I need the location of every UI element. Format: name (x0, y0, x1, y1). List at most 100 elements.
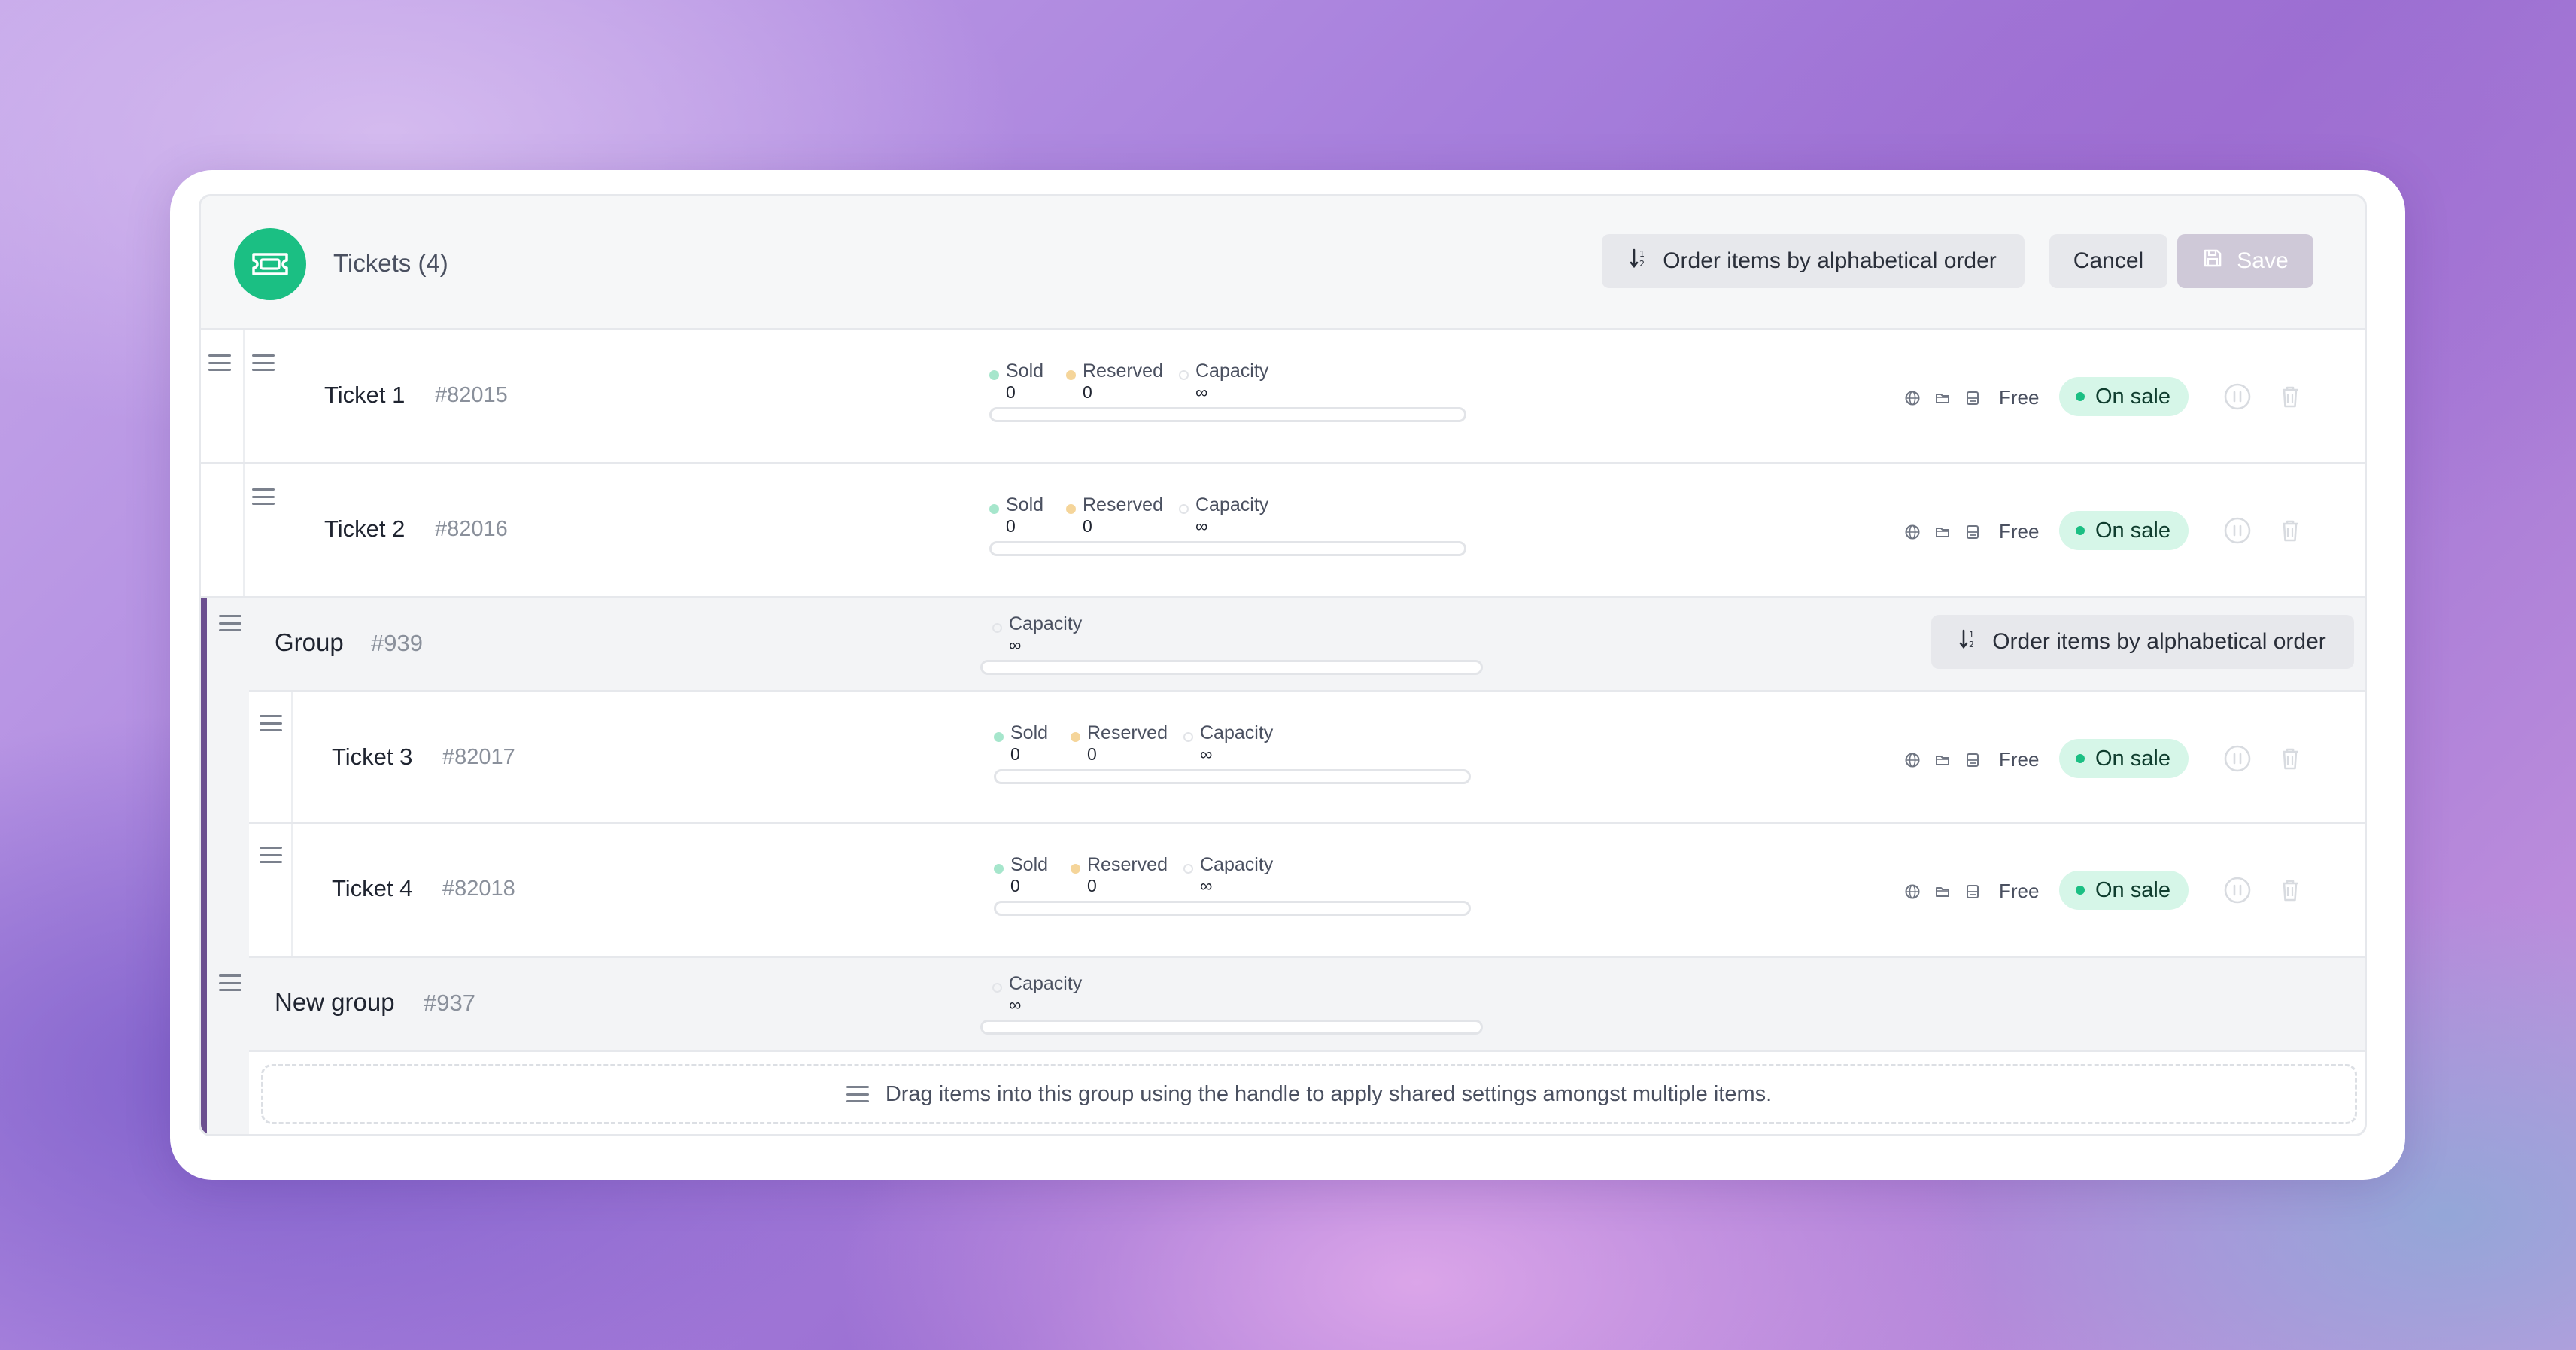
ticket-id: #82016 (435, 517, 508, 541)
cancel-button[interactable]: Cancel (2049, 234, 2167, 288)
trash-icon[interactable] (2276, 516, 2304, 545)
seat-icon[interactable] (1963, 388, 1982, 408)
ticket-row: Ticket 2 #82016 Sold 0 Reserved 0 Capacity… (201, 464, 2365, 598)
drag-handle-icon[interactable] (219, 615, 242, 631)
globe-icon[interactable] (1903, 522, 1922, 542)
group-dropzone[interactable]: Drag items into this group using the han… (261, 1064, 2357, 1124)
pause-circle-icon[interactable] (2223, 744, 2252, 773)
order-alphabetical-label: Order items by alphabetical order (1663, 248, 1997, 273)
sort-alpha-icon: 1 2 (1959, 628, 1979, 655)
capacity-value: ∞ (1195, 382, 1208, 402)
capacity-value: ∞ (1009, 995, 1022, 1014)
capacity-bar (989, 407, 1466, 422)
group-section: Group #939 Capacity ∞ 1 2 Order items by … (201, 598, 2365, 958)
sort-alpha-icon: 1 2 (1630, 248, 1649, 275)
drag-handle-icon[interactable] (252, 488, 275, 505)
ticket-row: Ticket 4 #82018 Sold 0 Reserved 0 Capacity… (249, 824, 2365, 958)
price-label: Free (1999, 386, 2040, 409)
ticket-name[interactable]: Ticket 3 (332, 743, 412, 771)
drag-handle-icon[interactable] (219, 974, 242, 991)
ticket-name[interactable]: Ticket 2 (324, 515, 405, 543)
drag-handle-icon[interactable] (252, 354, 275, 371)
folder-icon[interactable] (1933, 522, 1952, 542)
ticket-row: Ticket 3 #82017 Sold 0 Reserved 0 Capacity… (249, 690, 2365, 824)
capacity-value: ∞ (1200, 876, 1213, 895)
reserved-value: 0 (1087, 744, 1097, 764)
sold-value: 0 (1006, 382, 1016, 402)
floppy-disk-icon (2202, 248, 2223, 275)
svg-text:1: 1 (1969, 630, 1974, 640)
status-text: On sale (2095, 518, 2170, 543)
group-title[interactable]: New group (275, 988, 395, 1017)
globe-icon[interactable] (1903, 750, 1922, 770)
tickets-card: Tickets (4) 1 2 Order items by alphabeti… (170, 170, 2405, 1180)
ticket-id: #82017 (442, 745, 515, 769)
panel-header: Tickets (4) 1 2 Order items by alphabeti… (201, 196, 2365, 330)
sold-label: Sold (1010, 722, 1049, 743)
status-badge[interactable]: On sale (2059, 511, 2189, 550)
ticket-icon (234, 228, 306, 300)
ticket-name[interactable]: Ticket 1 (324, 382, 405, 409)
ticket-name[interactable]: Ticket 4 (332, 875, 412, 902)
reserved-value: 0 (1087, 876, 1097, 895)
trash-icon[interactable] (2276, 876, 2304, 905)
sold-value: 0 (1010, 744, 1020, 764)
capacity-label: Capacity (1195, 360, 1269, 382)
capacity-bar (989, 541, 1466, 556)
drag-handle-icon (846, 1086, 869, 1102)
status-badge[interactable]: On sale (2059, 871, 2189, 910)
group-accent-bar (201, 958, 207, 1134)
save-button[interactable]: Save (2177, 234, 2313, 288)
globe-icon[interactable] (1903, 388, 1922, 408)
pause-circle-icon[interactable] (2223, 516, 2252, 545)
status-badge[interactable]: On sale (2059, 377, 2189, 416)
globe-icon[interactable] (1903, 882, 1922, 902)
capacity-value: ∞ (1200, 744, 1213, 764)
capacity-label: Capacity (1195, 494, 1269, 515)
drag-handle-icon[interactable] (260, 715, 282, 731)
folder-icon[interactable] (1933, 388, 1952, 408)
price-label: Free (1999, 748, 2040, 771)
drag-handle-icon[interactable] (260, 847, 282, 863)
price-label: Free (1999, 880, 2040, 902)
status-text: On sale (2095, 746, 2170, 771)
seat-icon[interactable] (1963, 882, 1982, 902)
capacity-value: ∞ (1195, 516, 1208, 536)
reserved-label: Reserved (1083, 494, 1163, 515)
drag-handle-icon[interactable] (208, 354, 231, 371)
ticket-id: #82018 (442, 877, 515, 901)
order-alphabetical-button[interactable]: 1 2 Order items by alphabetical order (1602, 234, 2025, 288)
reserved-label: Reserved (1083, 360, 1163, 382)
svg-text:1: 1 (1639, 249, 1645, 259)
tickets-panel: Tickets (4) 1 2 Order items by alphabeti… (199, 194, 2367, 1136)
save-label: Save (2237, 248, 2289, 273)
cancel-label: Cancel (2073, 248, 2144, 273)
reserved-label: Reserved (1087, 722, 1168, 743)
ticket-row: Ticket 1 #82015 Sold 0 Reserved 0 Capacity… (201, 330, 2365, 464)
trash-icon[interactable] (2276, 382, 2304, 411)
seat-icon[interactable] (1963, 750, 1982, 770)
group-empty-area: Drag items into this group using the han… (249, 1050, 2365, 1134)
capacity-label: Capacity (1200, 722, 1274, 743)
group-order-alphabetical-button[interactable]: 1 2 Order items by alphabetical order (1931, 615, 2354, 669)
status-text: On sale (2095, 384, 2170, 409)
capacity-label: Capacity (1200, 854, 1274, 875)
sold-value: 0 (1006, 516, 1016, 536)
order-alphabetical-label: Order items by alphabetical order (1992, 629, 2326, 654)
seat-icon[interactable] (1963, 522, 1982, 542)
svg-text:2: 2 (1969, 640, 1974, 649)
pause-circle-icon[interactable] (2223, 382, 2252, 411)
folder-icon[interactable] (1933, 882, 1952, 902)
group-title[interactable]: Group (275, 628, 344, 657)
trash-icon[interactable] (2276, 744, 2304, 773)
sold-label: Sold (1006, 494, 1044, 515)
status-text: On sale (2095, 877, 2170, 902)
status-badge[interactable]: On sale (2059, 739, 2189, 778)
folder-icon[interactable] (1933, 750, 1952, 770)
capacity-label: Capacity (1009, 613, 1083, 634)
capacity-bar (994, 769, 1471, 784)
pause-circle-icon[interactable] (2223, 876, 2252, 905)
capacity-bar (994, 901, 1471, 916)
sold-label: Sold (1006, 360, 1044, 382)
reserved-value: 0 (1083, 516, 1092, 536)
